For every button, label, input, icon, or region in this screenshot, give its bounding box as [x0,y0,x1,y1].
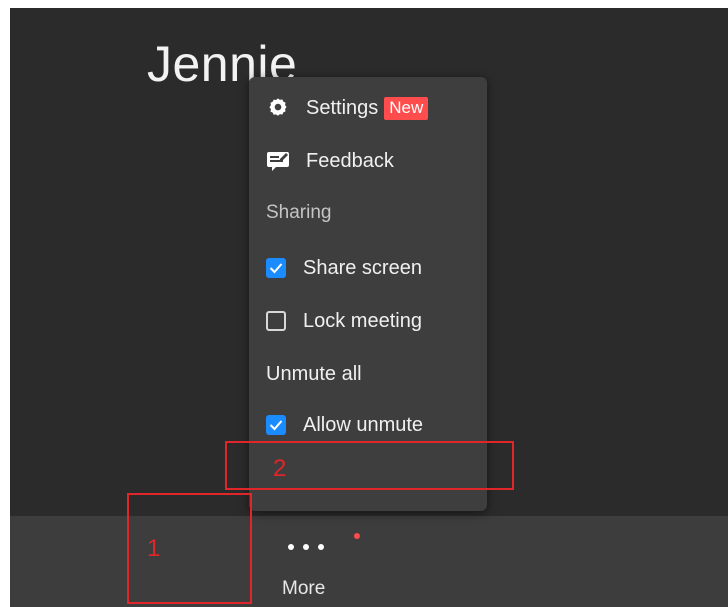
annotation-box-1: 1 [127,493,252,604]
sharing-section-label: Sharing [266,202,332,223]
feedback-icon [266,149,290,173]
new-badge: New [384,96,429,120]
share-screen-checkbox[interactable] [266,258,286,278]
share-screen-option[interactable]: Share screen [266,253,422,283]
allow-unmute-label: Allow unmute [303,413,424,436]
feedback-label: Feedback [306,149,394,172]
more-dots-icon [288,544,324,550]
allow-unmute-option[interactable]: Allow unmute [266,410,423,440]
settings-label: Settings [306,96,379,119]
unmute-all-label[interactable]: Unmute all [266,363,362,386]
menu-item-settings[interactable]: Settings New [249,86,487,130]
annotation-box-2: 2 [225,441,514,490]
meeting-stage: Jennie More Settings New Feedback Sharin… [10,8,728,607]
lock-meeting-checkbox[interactable] [266,311,286,331]
bottom-toolbar [10,516,728,607]
lock-meeting-option[interactable]: Lock meeting [266,306,422,336]
more-button[interactable]: More [278,528,360,607]
annotation-number-2: 2 [273,455,287,482]
allow-unmute-checkbox[interactable] [266,415,286,435]
lock-meeting-label: Lock meeting [303,309,422,332]
gear-icon [266,96,290,120]
notification-dot [354,533,360,539]
more-label: More [282,578,326,599]
share-screen-label: Share screen [303,256,422,279]
annotation-number-1: 1 [147,535,161,562]
menu-item-feedback[interactable]: Feedback [249,139,487,183]
